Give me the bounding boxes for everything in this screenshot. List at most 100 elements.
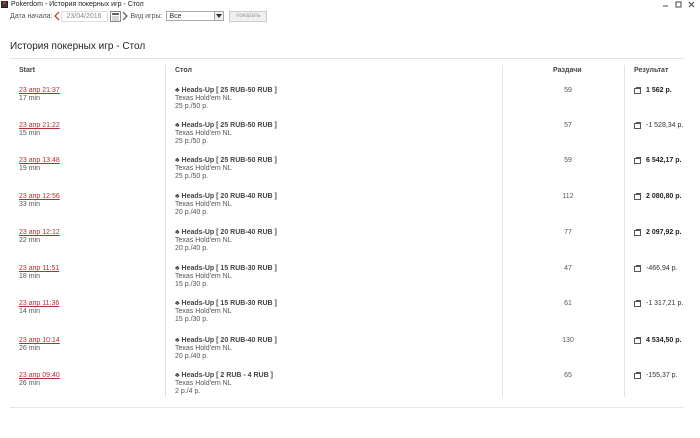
game-type: Texas Hold'em NL xyxy=(175,165,232,172)
briefcase-icon xyxy=(634,229,641,236)
stakes: 25 р./50 р. xyxy=(175,173,209,180)
table-name: ♣ Heads-Up [ 20 RUB-40 RUB ] xyxy=(175,229,277,236)
duration: 33 min xyxy=(19,201,41,208)
hands-count: 65 xyxy=(564,372,572,379)
app-icon-glyph: P xyxy=(2,1,7,7)
stakes: 20 р./40 р. xyxy=(175,245,209,252)
stakes: 20 р./40 р. xyxy=(175,209,209,216)
start-time-link[interactable]: 23 апр 11:51 xyxy=(19,265,59,273)
date-field[interactable]: 23/04/2016 xyxy=(60,10,108,22)
next-date-button[interactable] xyxy=(121,10,129,22)
start-time-link[interactable]: 23 апр 13:48 xyxy=(19,157,60,165)
result-value: 1 562 р. xyxy=(646,87,672,94)
hands-count: 112 xyxy=(562,193,574,200)
table-name: ♣ Heads-Up [ 20 RUB-40 RUB ] xyxy=(175,193,277,200)
column-header-hands: Раздачи xyxy=(553,67,582,74)
table-name: ♣ Heads-Up [ 25 RUB-50 RUB ] xyxy=(175,157,277,164)
start-time-link[interactable]: 23 апр 12:12 xyxy=(19,229,60,237)
table-row: 23 апр 10:14 26 min ♣ Heads-Up [ 20 RUB-… xyxy=(0,337,700,371)
result-value: -1 317,21 р. xyxy=(646,300,684,307)
hands-count: 61 xyxy=(564,300,572,307)
start-time-link[interactable]: 23 апр 11:36 xyxy=(19,300,59,308)
game-type-value: Все xyxy=(169,12,182,20)
chevron-right-icon xyxy=(122,11,128,21)
table-row: 23 апр 11:51 18 min ♣ Heads-Up [ 15 RUB-… xyxy=(0,265,700,299)
game-type: Texas Hold'em NL xyxy=(175,237,232,244)
filter-bar: Дата начала: 23/04/2016 Вид игры: Все по… xyxy=(0,9,700,23)
briefcase-icon xyxy=(634,87,641,94)
stakes: 15 р./30 р. xyxy=(175,281,209,288)
stakes: 15 р./30 р. xyxy=(175,316,209,323)
duration: 26 min xyxy=(19,380,41,387)
briefcase-icon xyxy=(634,372,641,379)
briefcase-icon xyxy=(634,122,641,129)
game-type: Texas Hold'em NL xyxy=(175,308,232,315)
start-time-link[interactable]: 23 апр 21:22 xyxy=(19,122,60,130)
close-button[interactable] xyxy=(685,0,698,9)
table-row: 23 апр 09:40 26 min ♣ Heads-Up [ 2 RUB -… xyxy=(0,372,700,406)
table-row: 23 апр 21:37 17 min ♣ Heads-Up [ 25 RUB-… xyxy=(0,87,700,121)
start-time-link[interactable]: 23 апр 12:56 xyxy=(19,193,60,201)
duration: 15 min xyxy=(19,130,41,137)
start-time-link[interactable]: 23 апр 09:40 xyxy=(19,372,60,380)
table-row: 23 апр 11:36 14 min ♣ Heads-Up [ 15 RUB-… xyxy=(0,300,700,334)
maximize-button[interactable] xyxy=(672,0,685,9)
game-type: Texas Hold'em NL xyxy=(175,201,232,208)
maximize-icon xyxy=(675,1,682,8)
table-row: 23 апр 12:56 33 min ♣ Heads-Up [ 20 RUB-… xyxy=(0,193,700,227)
duration: 17 min xyxy=(19,95,41,102)
result-value: 2 097,92 р. xyxy=(646,229,682,236)
minimize-button[interactable] xyxy=(659,0,672,9)
game-type-select[interactable]: Все xyxy=(166,11,225,21)
calendar-icon[interactable] xyxy=(109,10,121,22)
result-value: -155,37 р. xyxy=(646,372,678,379)
stakes: 25 р./50 р. xyxy=(175,103,209,110)
duration: 18 min xyxy=(19,273,41,280)
minimize-icon xyxy=(663,5,668,7)
result-value: -466,94 р. xyxy=(646,265,678,272)
hands-count: 59 xyxy=(564,157,572,164)
result-value: 2 080,80 р. xyxy=(646,193,682,200)
duration: 14 min xyxy=(19,308,41,315)
app-icon: P xyxy=(1,1,8,8)
close-icon xyxy=(688,1,695,8)
window-controls xyxy=(659,0,698,9)
game-type-label: Вид игры: xyxy=(130,12,163,20)
column-header-start: Start xyxy=(19,67,35,74)
table-row: 23 апр 13:48 19 min ♣ Heads-Up [ 25 RUB-… xyxy=(0,157,700,191)
start-time-link[interactable]: 23 апр 10:14 xyxy=(19,337,60,345)
table-name: ♣ Heads-Up [ 2 RUB - 4 RUB ] xyxy=(175,372,273,379)
table-name: ♣ Heads-Up [ 25 RUB-50 RUB ] xyxy=(175,122,277,129)
page-title: История покерных игр - Стол xyxy=(10,41,146,52)
table-name: ♣ Heads-Up [ 15 RUB-30 RUB ] xyxy=(175,265,277,272)
game-type: Texas Hold'em NL xyxy=(175,95,232,102)
hands-count: 59 xyxy=(564,87,572,94)
duration: 26 min xyxy=(19,345,41,352)
result-value: 4 534,50 р. xyxy=(646,337,682,344)
window-titlebar: P Pokerdom - История покерных игр - Стол xyxy=(0,0,700,9)
game-type: Texas Hold'em NL xyxy=(175,380,232,387)
chevron-left-icon xyxy=(53,11,59,21)
hands-count: 77 xyxy=(564,229,572,236)
show-button[interactable]: показать xyxy=(229,10,268,22)
title-divider xyxy=(10,58,684,59)
column-header-table: Стол xyxy=(175,67,192,74)
stakes: 2 р./4 р. xyxy=(175,388,201,395)
table-row: 23 апр 12:12 22 min ♣ Heads-Up [ 20 RUB-… xyxy=(0,229,700,263)
column-header-result: Результат xyxy=(634,67,669,74)
hands-count: 47 xyxy=(564,265,572,272)
stakes: 20 р./40 р. xyxy=(175,353,209,360)
duration: 19 min xyxy=(19,165,41,172)
chevron-down-icon xyxy=(214,12,224,20)
duration: 22 min xyxy=(19,237,41,244)
start-time-link[interactable]: 23 апр 21:37 xyxy=(19,87,60,95)
table-name: ♣ Heads-Up [ 15 RUB-30 RUB ] xyxy=(175,300,277,307)
window-title: Pokerdom - История покерных игр - Стол xyxy=(11,1,144,8)
hands-count: 130 xyxy=(562,337,574,344)
table-name: ♣ Heads-Up [ 25 RUB-50 RUB ] xyxy=(175,87,277,94)
date-label: Дата начала: xyxy=(10,12,53,20)
briefcase-icon xyxy=(634,300,641,307)
table-name: ♣ Heads-Up [ 20 RUB-40 RUB ] xyxy=(175,337,277,344)
prev-date-button[interactable] xyxy=(53,10,61,22)
hands-count: 57 xyxy=(564,122,572,129)
